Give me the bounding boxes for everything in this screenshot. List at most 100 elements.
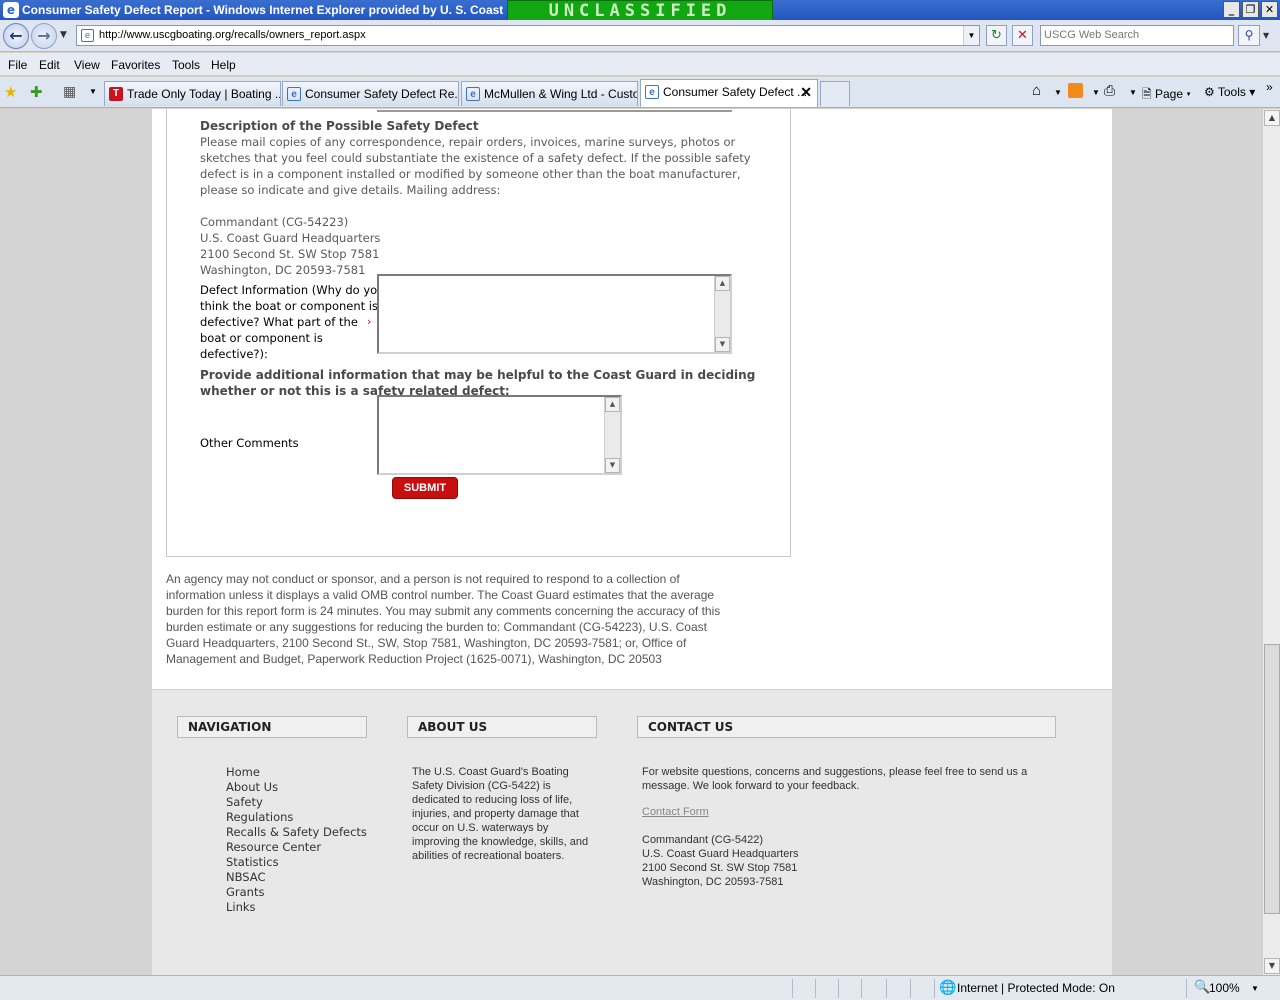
- defect-information-textarea[interactable]: ▲ ▼: [377, 274, 732, 354]
- url-text: http://www.uscgboating.org/recalls/owner…: [99, 29, 366, 41]
- tools-menu[interactable]: ⚙ Tools ▾: [1204, 85, 1255, 99]
- menu-tools[interactable]: Tools: [172, 58, 200, 72]
- site-footer: NAVIGATION ABOUT US CONTACT US Home Abou…: [152, 689, 1112, 975]
- textarea-scrollbar[interactable]: ▲ ▼: [714, 276, 730, 352]
- contact-address-line: Commandant (CG-5422): [642, 834, 764, 846]
- footer-link-safety[interactable]: Safety: [226, 795, 367, 810]
- footer-link-recalls[interactable]: Recalls & Safety Defects: [226, 825, 367, 840]
- omb-line: Management and Budget, Paperwork Reducti…: [166, 652, 662, 666]
- add-favorite-icon[interactable]: ✚: [30, 83, 43, 101]
- tab-label: McMullen & Wing Ltd - Custo...: [484, 87, 638, 101]
- tab-consumer-safety-1[interactable]: e Consumer Safety Defect Re...: [282, 81, 459, 106]
- omb-line: burden for this report form is 24 minute…: [166, 604, 721, 618]
- scroll-up-icon[interactable]: ▲: [715, 276, 730, 291]
- refresh-button[interactable]: ↻: [986, 25, 1007, 46]
- window-title: Consumer Safety Defect Report - Windows …: [22, 3, 524, 17]
- url-field[interactable]: e http://www.uscgboating.org/recalls/own…: [76, 25, 980, 46]
- scroll-thumb[interactable]: [1264, 644, 1280, 914]
- tools-menu-label: Tools: [1217, 85, 1246, 99]
- forward-button[interactable]: →: [31, 23, 57, 49]
- chevron-more-icon[interactable]: »: [1266, 80, 1273, 94]
- footer-link-resource-center[interactable]: Resource Center: [226, 840, 367, 855]
- about-line: Safety Division (CG-5422) is: [412, 780, 551, 792]
- footer-link-about[interactable]: About Us: [226, 780, 367, 795]
- back-button[interactable]: ←: [3, 23, 29, 49]
- url-dropdown-icon[interactable]: ▼: [963, 26, 979, 45]
- about-line: injuries, and property damage that: [412, 808, 579, 820]
- other-comments-label: Other Comments: [200, 436, 299, 450]
- feed-dropdown-icon[interactable]: ▼: [1092, 88, 1100, 97]
- close-window-button[interactable]: ✕: [1261, 1, 1278, 18]
- menu-edit[interactable]: Edit: [39, 58, 60, 72]
- footer-link-home[interactable]: Home: [226, 765, 367, 780]
- search-icon[interactable]: ⚲: [1238, 25, 1260, 46]
- description-line: Please mail copies of any correspondence…: [200, 135, 736, 149]
- mailing-address-line: 2100 Second St. SW Stop 7581: [200, 247, 380, 261]
- search-input[interactable]: USCG Web Search: [1040, 25, 1234, 46]
- print-dropdown-icon[interactable]: ▼: [1129, 88, 1137, 97]
- tab-trade-only-today[interactable]: T Trade Only Today | Boating ...: [104, 81, 281, 106]
- page-menu[interactable]: 🗎 Page ▾: [1142, 85, 1191, 106]
- print-icon[interactable]: ⎙: [1104, 82, 1115, 99]
- zoom-level[interactable]: 100%: [1209, 981, 1240, 995]
- restore-button[interactable]: ❐: [1242, 1, 1259, 18]
- scroll-down-icon[interactable]: ▼: [715, 337, 730, 352]
- tab-list-icon[interactable]: ▼: [89, 87, 97, 96]
- home-dropdown-icon[interactable]: ▼: [1054, 88, 1062, 97]
- submit-button[interactable]: SUBMIT: [392, 477, 458, 499]
- defect-info-label: defective? What part of the: [200, 315, 358, 329]
- footer-link-links[interactable]: Links: [226, 900, 367, 915]
- contact-form-link[interactable]: Contact Form: [642, 805, 1042, 819]
- scroll-down-icon[interactable]: ▼: [1264, 958, 1280, 974]
- tab-mcmullen-wing[interactable]: e McMullen & Wing Ltd - Custo...: [461, 81, 638, 106]
- new-tab-button[interactable]: [820, 81, 850, 106]
- required-marker: ›: [367, 315, 372, 328]
- omb-line: An agency may not conduct or sponsor, an…: [166, 572, 680, 586]
- minimize-button[interactable]: _: [1223, 1, 1240, 18]
- defect-info-label: defective?):: [200, 347, 268, 361]
- contact-heading: CONTACT US: [637, 716, 1056, 738]
- history-dropdown-icon[interactable]: ▼: [60, 30, 67, 40]
- mailing-address-line: Commandant (CG-54223): [200, 215, 349, 229]
- internet-zone-icon: 🌐: [939, 979, 957, 995]
- scroll-up-icon[interactable]: ▲: [1264, 110, 1280, 126]
- tab-consumer-safety-active[interactable]: e Consumer Safety Defect ... ✕: [640, 79, 818, 107]
- zoom-icon[interactable]: 🔍: [1194, 979, 1210, 995]
- close-tab-icon[interactable]: ✕: [800, 84, 812, 101]
- footer-link-nbsac[interactable]: NBSAC: [226, 870, 367, 885]
- scroll-down-icon[interactable]: ▼: [605, 458, 620, 473]
- description-line: sketches that you feel could substantiat…: [200, 151, 751, 165]
- favorites-star-icon[interactable]: ★: [4, 83, 17, 101]
- title-bar: e Consumer Safety Defect Report - Window…: [0, 0, 1280, 21]
- search-options-icon[interactable]: ▼: [1263, 31, 1269, 40]
- menu-bar: File Edit View Favorites Tools Help: [0, 53, 1280, 76]
- footer-nav-list: Home About Us Safety Regulations Recalls…: [226, 765, 367, 915]
- omb-line: information unless it displays a valid O…: [166, 588, 715, 602]
- footer-link-statistics[interactable]: Statistics: [226, 855, 367, 870]
- stop-button[interactable]: ✕: [1012, 25, 1033, 46]
- about-text: The U.S. Coast Guard's Boating Safety Di…: [412, 765, 592, 863]
- menu-help[interactable]: Help: [211, 58, 236, 72]
- about-line: dedicated to reducing loss of life,: [412, 794, 573, 806]
- footer-link-regulations[interactable]: Regulations: [226, 810, 367, 825]
- page-scrollbar[interactable]: ▲ ▼: [1262, 109, 1280, 975]
- footer-link-grants[interactable]: Grants: [226, 885, 367, 900]
- quick-tabs-icon[interactable]: ▦: [63, 83, 76, 100]
- zoom-dropdown-icon[interactable]: ▼: [1251, 984, 1259, 993]
- scroll-up-icon[interactable]: ▲: [605, 397, 620, 412]
- address-bar: ← → ▼ e http://www.uscgboating.org/recal…: [0, 20, 1280, 52]
- ie-page-icon: e: [287, 87, 301, 101]
- contact-line: message. We look forward to your feedbac…: [642, 780, 860, 792]
- textarea-scrollbar[interactable]: ▲ ▼: [604, 397, 620, 473]
- home-icon[interactable]: ⌂: [1032, 82, 1041, 99]
- menu-file[interactable]: File: [8, 58, 27, 72]
- classification-banner: UNCLASSIFIED: [507, 0, 773, 21]
- contact-text: For website questions, concerns and sugg…: [642, 765, 1042, 889]
- other-comments-textarea[interactable]: ▲ ▼: [377, 395, 622, 475]
- defect-info-label: Defect Information (Why do you: [200, 283, 385, 297]
- navigation-heading: NAVIGATION: [177, 716, 367, 738]
- rss-feed-icon[interactable]: [1068, 83, 1083, 98]
- security-zone-text: Internet | Protected Mode: On: [957, 981, 1115, 995]
- menu-view[interactable]: View: [74, 58, 100, 72]
- menu-favorites[interactable]: Favorites: [111, 58, 160, 72]
